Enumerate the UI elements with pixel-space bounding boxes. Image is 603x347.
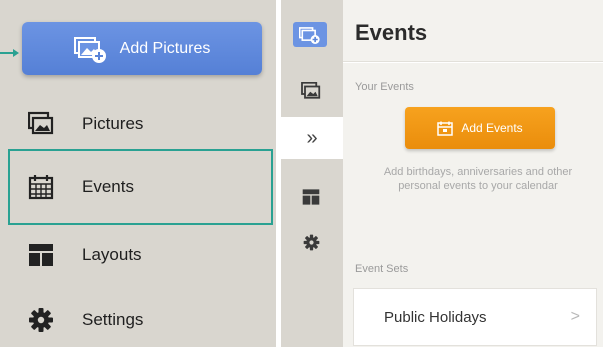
events-header: Events	[343, 0, 603, 62]
layouts-icon	[302, 189, 320, 205]
event-sets-label: Event Sets	[355, 263, 409, 275]
events-panel: Events Your Events Add Events Add birthd…	[343, 0, 603, 347]
page-title: Events	[355, 20, 428, 45]
rail-settings-button[interactable]	[303, 234, 320, 251]
rail-layouts-button[interactable]	[302, 188, 320, 206]
chevron-right-icon: >	[570, 308, 580, 325]
sidebar-item-events-label: Events	[82, 177, 134, 196]
pictures-icon	[301, 82, 321, 99]
sidebar-item-settings[interactable]: Settings	[0, 296, 276, 344]
events-hint-text: Add birthdays, anniversaries and other p…	[383, 166, 573, 192]
add-pictures-icon	[299, 26, 320, 44]
expand-sidebar-button[interactable]: »	[281, 117, 343, 159]
gear-icon	[303, 234, 320, 251]
double-chevron-right-icon: »	[306, 126, 318, 149]
add-events-button[interactable]: Add Events	[405, 107, 555, 149]
rail-pictures-button[interactable]	[301, 82, 321, 100]
callout-arrow-line	[0, 52, 14, 54]
sidebar-item-layouts-label: Layouts	[82, 245, 142, 264]
events-body: Your Events Add Events Add birthdays, an…	[343, 63, 603, 347]
sidebar-item-settings-label: Settings	[82, 310, 144, 329]
collapsed-icon-rail: »	[281, 0, 343, 347]
gear-icon	[28, 307, 54, 333]
event-set-label: Public Holidays	[384, 308, 487, 326]
sidebar-item-events[interactable]: Events	[8, 149, 273, 225]
add-events-label: Add Events	[461, 121, 523, 135]
calendar-add-icon	[437, 121, 454, 136]
add-pictures-icon	[73, 35, 108, 63]
add-pictures-button[interactable]: Add Pictures	[22, 22, 262, 75]
sidebar-item-pictures[interactable]: Pictures	[0, 100, 276, 148]
your-events-label: Your Events	[355, 81, 414, 93]
callout-arrow-head	[13, 49, 19, 57]
event-set-public-holidays[interactable]: Public Holidays >	[353, 288, 597, 346]
layouts-icon	[28, 242, 54, 268]
add-pictures-label: Add Pictures	[119, 39, 211, 57]
sidebar-item-layouts[interactable]: Layouts	[0, 231, 276, 279]
rail-add-pictures-button[interactable]	[293, 22, 327, 47]
calendar-icon	[28, 174, 54, 200]
sidebar-item-pictures-label: Pictures	[82, 114, 144, 133]
left-navigation-panel: Add Pictures Pictures Events Layouts Set…	[0, 0, 276, 347]
pictures-icon	[27, 111, 54, 137]
